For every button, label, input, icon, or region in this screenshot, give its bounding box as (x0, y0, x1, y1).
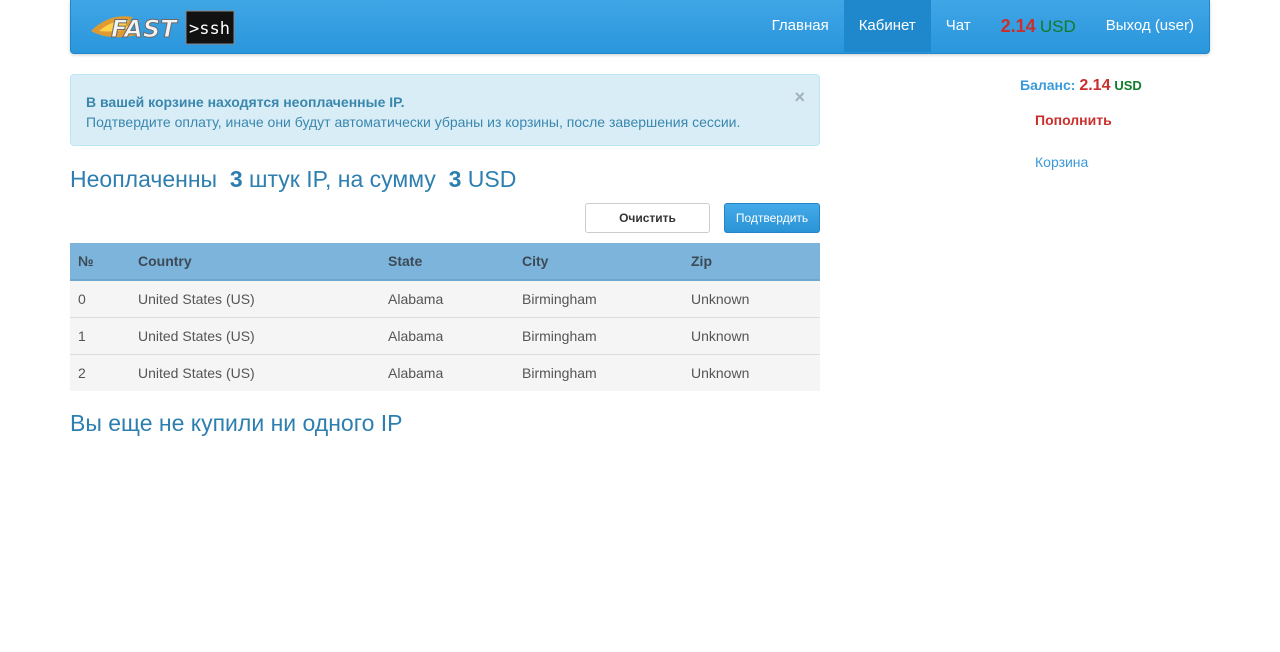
unpaid-sum: 3 (448, 166, 462, 192)
unpaid-heading: Неоплаченны 3 штук IP, на сумму 3 USD (70, 166, 516, 193)
cell-number: 0 (70, 279, 130, 317)
cell-state: Alabama (380, 316, 514, 354)
cell-city: Birmingham (514, 279, 683, 317)
alert-message: Подтвердите оплату, иначе они будут авто… (86, 114, 741, 130)
nav-balance-currency: USD (1039, 17, 1076, 36)
svg-text:>ssh: >ssh (189, 19, 230, 39)
purchased-empty-heading: Вы еще не купили ни одного IP (70, 410, 403, 436)
nav-balance-value: 2.14 (1000, 16, 1036, 36)
sidebar-cart-link[interactable]: Корзина (1035, 154, 1088, 170)
cell-zip: Unknown (683, 279, 820, 317)
cell-zip: Unknown (683, 316, 820, 354)
unpaid-middle: штук IP, на сумму (249, 166, 436, 192)
nav-home[interactable]: Главная (757, 0, 844, 52)
unpaid-prefix: Неоплаченны (70, 166, 218, 192)
sidebar-balance-label: Баланс: (1020, 77, 1076, 93)
cell-country: United States (US) (130, 353, 380, 391)
cell-country: United States (US) (130, 316, 380, 354)
cell-number: 1 (70, 316, 130, 354)
clear-cart-button[interactable]: Очистить корзину (585, 203, 710, 253)
confirm-button[interactable]: Подтвердить (724, 203, 820, 233)
sidebar-balance-currency: USD (1114, 78, 1142, 93)
cell-state: Alabama (380, 353, 514, 391)
cell-state: Alabama (380, 279, 514, 317)
close-icon[interactable]: × (794, 87, 805, 107)
cart-table: № Country State City Zip 0 United States… (70, 243, 820, 391)
sidebar-balance-value: 2.14 (1079, 77, 1111, 94)
column-header-city: City (514, 243, 683, 281)
nav-menu: Главная Кабинет Чат 2.14 USD Выход (user… (757, 0, 1209, 52)
unpaid-currency: USD (467, 166, 517, 192)
brand-logo[interactable]: FAST >ssh (89, 7, 235, 47)
cell-zip: Unknown (683, 353, 820, 391)
sidebar-topup-link[interactable]: Пополнить (1035, 112, 1112, 128)
alert-title: В вашей корзине находятся неоплаченные I… (86, 94, 405, 110)
table-row: 2 United States (US) Alabama Birmingham … (70, 353, 820, 391)
unpaid-alert: В вашей корзине находятся неоплаченные I… (70, 74, 820, 146)
sidebar-balance: Баланс: 2.14 USD (1020, 77, 1142, 95)
column-header-number: № (70, 243, 130, 281)
column-header-state: State (380, 243, 514, 281)
nav-logout[interactable]: Выход (user) (1091, 0, 1209, 52)
table-row: 1 United States (US) Alabama Birmingham … (70, 316, 820, 354)
nav-chat[interactable]: Чат (931, 0, 986, 52)
unpaid-count: 3 (229, 166, 243, 192)
top-navbar: FAST >ssh Главная Кабинет Чат 2.14 USD В… (70, 0, 1210, 54)
cell-city: Birmingham (514, 353, 683, 391)
cell-city: Birmingham (514, 316, 683, 354)
nav-cabinet[interactable]: Кабинет (843, 0, 931, 52)
svg-text:FAST: FAST (111, 15, 178, 43)
table-header-row: № Country State City Zip (70, 243, 820, 281)
table-row: 0 United States (US) Alabama Birmingham … (70, 279, 820, 317)
cell-country: United States (US) (130, 279, 380, 317)
column-header-country: Country (130, 243, 380, 281)
column-header-zip: Zip (683, 243, 820, 281)
nav-balance[interactable]: 2.14 USD (986, 0, 1091, 52)
cell-number: 2 (70, 353, 130, 391)
